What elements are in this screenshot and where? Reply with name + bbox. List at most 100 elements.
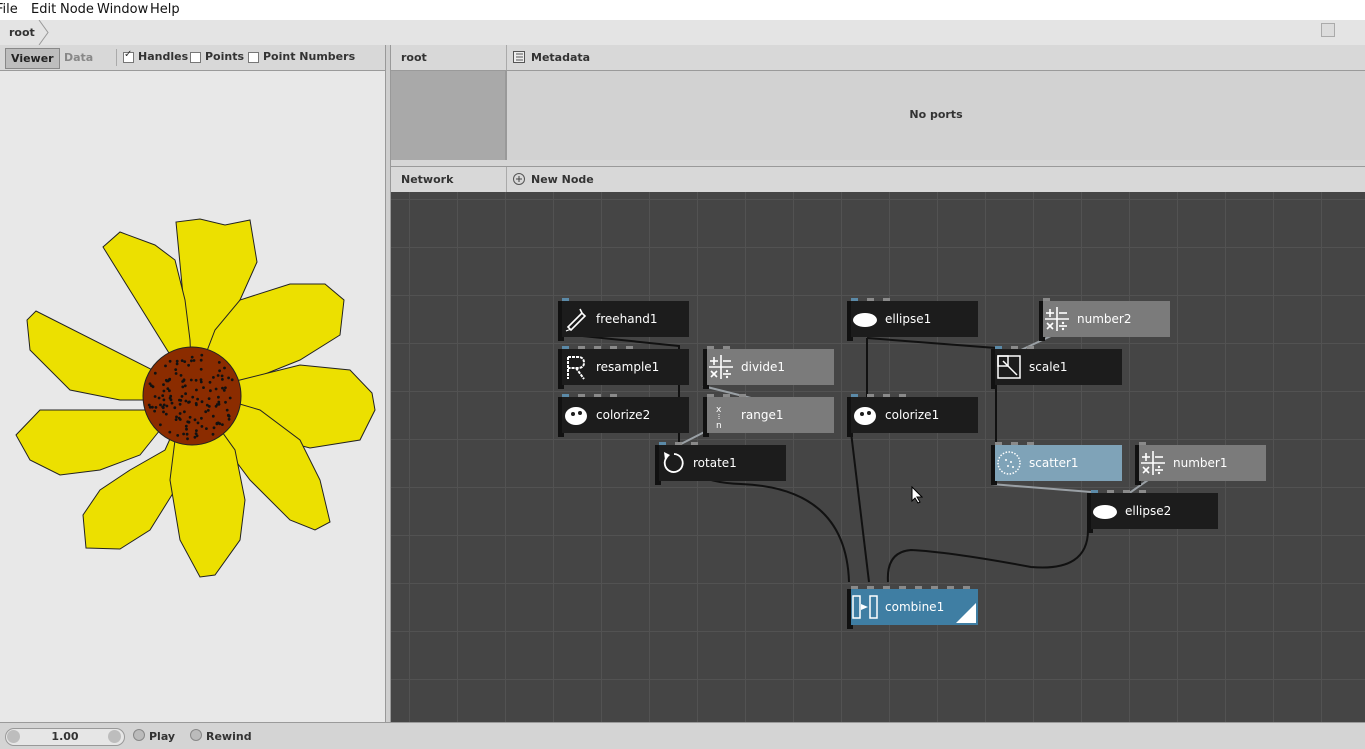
node-output-port[interactable] [1135,481,1141,485]
seed-dot [223,366,226,370]
menu-node[interactable]: Node [60,2,94,17]
node-input-port[interactable] [851,298,858,301]
seed-dot [196,421,200,425]
node-output-port[interactable] [991,385,997,389]
node-output-port[interactable] [991,481,997,485]
rewind-icon[interactable] [190,729,202,741]
points-checkbox[interactable] [190,52,201,63]
node-input-port[interactable] [578,394,585,397]
node-input-port[interactable] [1027,346,1034,349]
node-ellipse2[interactable]: ellipse2 [1087,490,1218,533]
node-range1[interactable]: x n range1 [703,394,834,437]
node-input-port[interactable] [610,346,617,349]
node-input-port[interactable] [626,346,633,349]
node-input-port[interactable] [915,586,922,589]
node-input-port[interactable] [1139,442,1146,445]
node-output-port[interactable] [847,433,853,437]
node-number1[interactable]: number1 [1135,442,1266,485]
node-input-port[interactable] [851,586,858,589]
network-canvas[interactable]: freehand1 resample1 colorize2 divide1 x n rang… [391,192,1365,722]
node-input-port[interactable] [963,586,970,589]
node-freehand1[interactable]: freehand1 [558,298,689,341]
tab-viewer[interactable]: Viewer [5,48,60,69]
node-input-port[interactable] [899,394,906,397]
address-bar-button[interactable] [1321,23,1335,37]
node-input-port[interactable] [562,394,569,397]
node-input-port[interactable] [562,298,569,301]
ellipse-icon [853,313,877,327]
node-input-port[interactable] [739,394,746,397]
node-resample1[interactable]: resample1 [558,346,689,389]
node-output-port[interactable] [703,385,709,389]
node-input-port[interactable] [723,346,730,349]
node-input-port[interactable] [931,586,938,589]
node-input-port[interactable] [675,442,682,445]
node-input-port[interactable] [659,442,666,445]
node-colorize1[interactable]: colorize1 [847,394,978,437]
node-input-port[interactable] [1027,442,1034,445]
node-divide1[interactable]: divide1 [703,346,834,389]
node-input-port[interactable] [562,346,569,349]
node-input-port[interactable] [899,586,906,589]
node-input-port[interactable] [1043,298,1050,301]
rewind-button[interactable]: Rewind [206,730,252,743]
node-input-port[interactable] [1139,490,1146,493]
node-input-port[interactable] [867,394,874,397]
play-button[interactable]: Play [149,730,175,743]
node-input-port[interactable] [1011,442,1018,445]
node-input-port[interactable] [594,394,601,397]
node-input-port[interactable] [1123,490,1130,493]
node-input-port[interactable] [867,586,874,589]
new-node-button[interactable]: New Node [531,173,594,186]
seed-dot [175,359,179,363]
node-combine1[interactable]: combine1 [847,586,978,629]
node-rotate1[interactable]: rotate1 [655,442,786,485]
node-input-port[interactable] [851,394,858,397]
handles-checkbox[interactable] [123,49,134,63]
node-input-port[interactable] [610,394,617,397]
node-scatter1[interactable]: scatter1 [991,442,1122,485]
node-scale1[interactable]: scale1 [991,346,1122,389]
play-icon[interactable] [133,729,145,741]
menu-file[interactable]: File [0,2,18,17]
menu-edit[interactable]: Edit [31,2,56,17]
node-output-port[interactable] [1087,529,1093,533]
node-input-port[interactable] [947,586,954,589]
metadata-button[interactable]: Metadata [531,51,590,64]
node-input-port[interactable] [883,394,890,397]
point-numbers-checkbox[interactable] [248,52,259,63]
node-input-port[interactable] [594,346,601,349]
node-number2[interactable]: number2 [1039,298,1170,341]
tab-data[interactable]: Data [59,48,98,67]
node-output-port[interactable] [847,625,853,629]
frame-field[interactable]: 1.00 [5,728,125,746]
node-input-port[interactable] [707,346,714,349]
frame-increment-icon[interactable] [108,730,121,743]
node-input-port[interactable] [867,298,874,301]
viewer-canvas[interactable] [0,71,385,722]
node-output-port[interactable] [847,337,853,341]
frame-value[interactable]: 1.00 [6,730,124,743]
node-output-port[interactable] [1039,337,1045,341]
node-output-port[interactable] [703,433,709,437]
node-output-port[interactable] [558,337,564,341]
node-input-port[interactable] [1091,490,1098,493]
node-input-port[interactable] [691,442,698,445]
node-input-port[interactable] [1107,490,1114,493]
node-colorize2[interactable]: colorize2 [558,394,689,437]
menu-help[interactable]: Help [150,2,180,17]
node-input-port[interactable] [578,346,585,349]
node-output-port[interactable] [558,433,564,437]
node-ellipse1[interactable]: ellipse1 [847,298,978,341]
node-input-port[interactable] [995,442,1002,445]
palette-icon [565,407,587,425]
node-input-port[interactable] [1011,346,1018,349]
menu-window[interactable]: Window [97,2,148,17]
node-input-port[interactable] [995,346,1002,349]
node-output-port[interactable] [558,385,564,389]
node-input-port[interactable] [883,586,890,589]
node-output-port[interactable] [655,481,661,485]
node-input-port[interactable] [723,394,730,397]
node-input-port[interactable] [707,394,714,397]
node-input-port[interactable] [883,298,890,301]
